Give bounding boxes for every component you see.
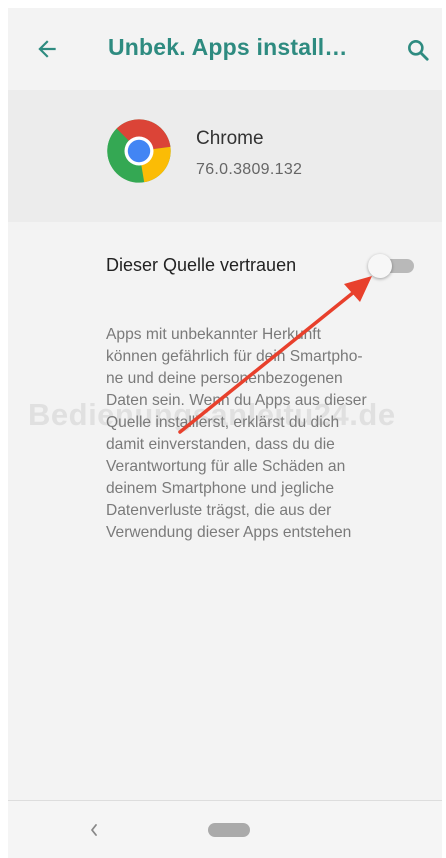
description-line: können gefährlich für dein Smartpho- xyxy=(106,348,363,365)
content-area: Dieser Quelle vertrauen Bedienungsanleit… xyxy=(8,222,442,800)
app-info-header: Chrome 76.0.3809.132 xyxy=(8,90,442,222)
trust-source-row[interactable]: Dieser Quelle vertrauen xyxy=(8,242,442,288)
warning-description: Apps mit unbekannter Herkunft können gef… xyxy=(106,324,424,544)
chrome-logo-icon xyxy=(107,119,171,183)
back-button[interactable] xyxy=(32,34,62,64)
description-line: deinem Smartphone und jegliche xyxy=(106,480,334,497)
arrow-back-icon xyxy=(38,40,56,58)
description-line: Apps mit unbekannter Herkunft xyxy=(106,326,321,343)
app-name: Chrome xyxy=(196,128,264,149)
search-button[interactable] xyxy=(404,36,432,64)
page-title: Unbek. Apps install… xyxy=(108,34,348,60)
trust-source-label: Dieser Quelle vertrauen xyxy=(106,255,297,275)
description-line: Datenverluste trägst, die aus der xyxy=(106,502,332,519)
nav-back-button[interactable] xyxy=(84,819,104,841)
app-version: 76.0.3809.132 xyxy=(196,161,303,178)
description-line: damit einverstanden, dass du die xyxy=(106,436,335,453)
navigation-bar xyxy=(8,800,442,858)
app-bar: Unbek. Apps install… xyxy=(8,8,442,90)
description-line: Quelle installierst, erklärst du dich xyxy=(106,414,340,431)
search-icon xyxy=(408,40,429,61)
home-pill-icon[interactable] xyxy=(208,823,250,837)
description-line: Daten sein. Wenn du Apps aus dieser xyxy=(106,392,367,409)
trust-source-switch[interactable] xyxy=(368,254,416,278)
description-line: Verantwortung für alle Schäden an xyxy=(106,458,346,475)
switch-thumb xyxy=(368,254,392,278)
description-line: ne und deine personenbezogenen xyxy=(106,370,343,387)
nav-back-icon xyxy=(91,824,97,836)
settings-screen: Unbek. Apps install… Chrome 76.0.3809.13… xyxy=(8,8,442,858)
description-line: Verwendung dieser Apps entstehen xyxy=(106,524,352,541)
